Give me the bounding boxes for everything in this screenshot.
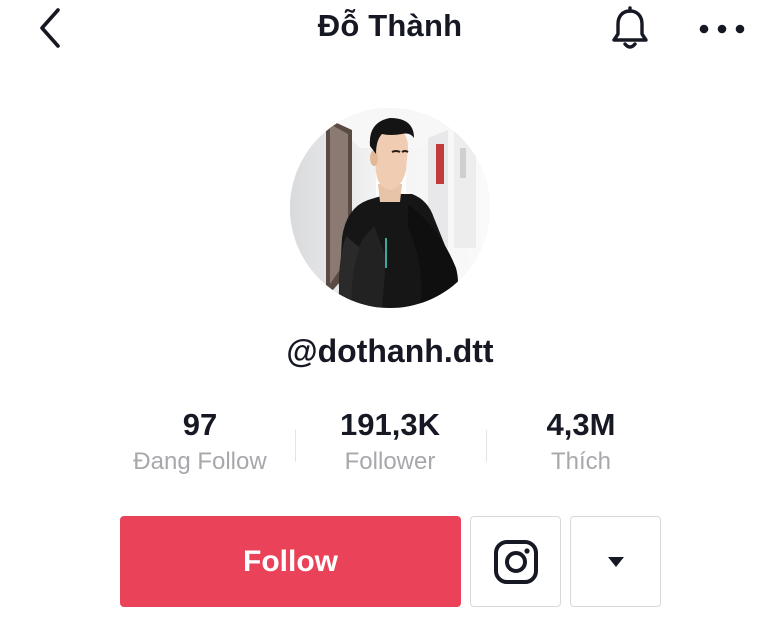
avatar[interactable] xyxy=(290,108,490,308)
bell-icon xyxy=(612,6,648,49)
stat-following[interactable]: 97 Đang Follow xyxy=(100,405,300,477)
notification-button[interactable] xyxy=(604,4,656,54)
more-horizontal-icon xyxy=(699,24,745,34)
stat-likes-label: Thích xyxy=(550,448,612,475)
page-title: Đỗ Thành xyxy=(317,8,463,43)
instagram-button[interactable] xyxy=(470,516,561,607)
stat-following-label: Đang Follow xyxy=(133,448,267,475)
username: @dothanh.dtt xyxy=(286,333,494,369)
profile-page: Đỗ Thành @dothanh.dtt 97 Đang Follow 191… xyxy=(0,0,780,634)
top-nav-bar: Đỗ Thành xyxy=(0,0,780,58)
chevron-left-icon xyxy=(40,8,60,48)
stat-likes[interactable]: 4,3M Thích xyxy=(481,405,681,477)
back-button[interactable] xyxy=(28,6,72,50)
suggested-accounts-dropdown[interactable] xyxy=(570,516,661,607)
more-options-button[interactable] xyxy=(694,4,750,54)
stat-followers[interactable]: 191,3K Follower xyxy=(290,405,490,477)
stat-followers-label: Follower xyxy=(344,448,436,475)
stat-likes-count: 4,3M xyxy=(546,407,616,442)
follow-button[interactable]: Follow xyxy=(120,516,461,607)
profile-photo xyxy=(290,108,490,308)
caret-down-icon xyxy=(607,556,624,567)
stat-following-count: 97 xyxy=(182,407,218,442)
instagram-icon xyxy=(493,539,538,584)
profile-stats: 97 Đang Follow 191,3K Follower 4,3M Thíc… xyxy=(100,405,680,485)
stat-followers-count: 191,3K xyxy=(340,407,440,442)
